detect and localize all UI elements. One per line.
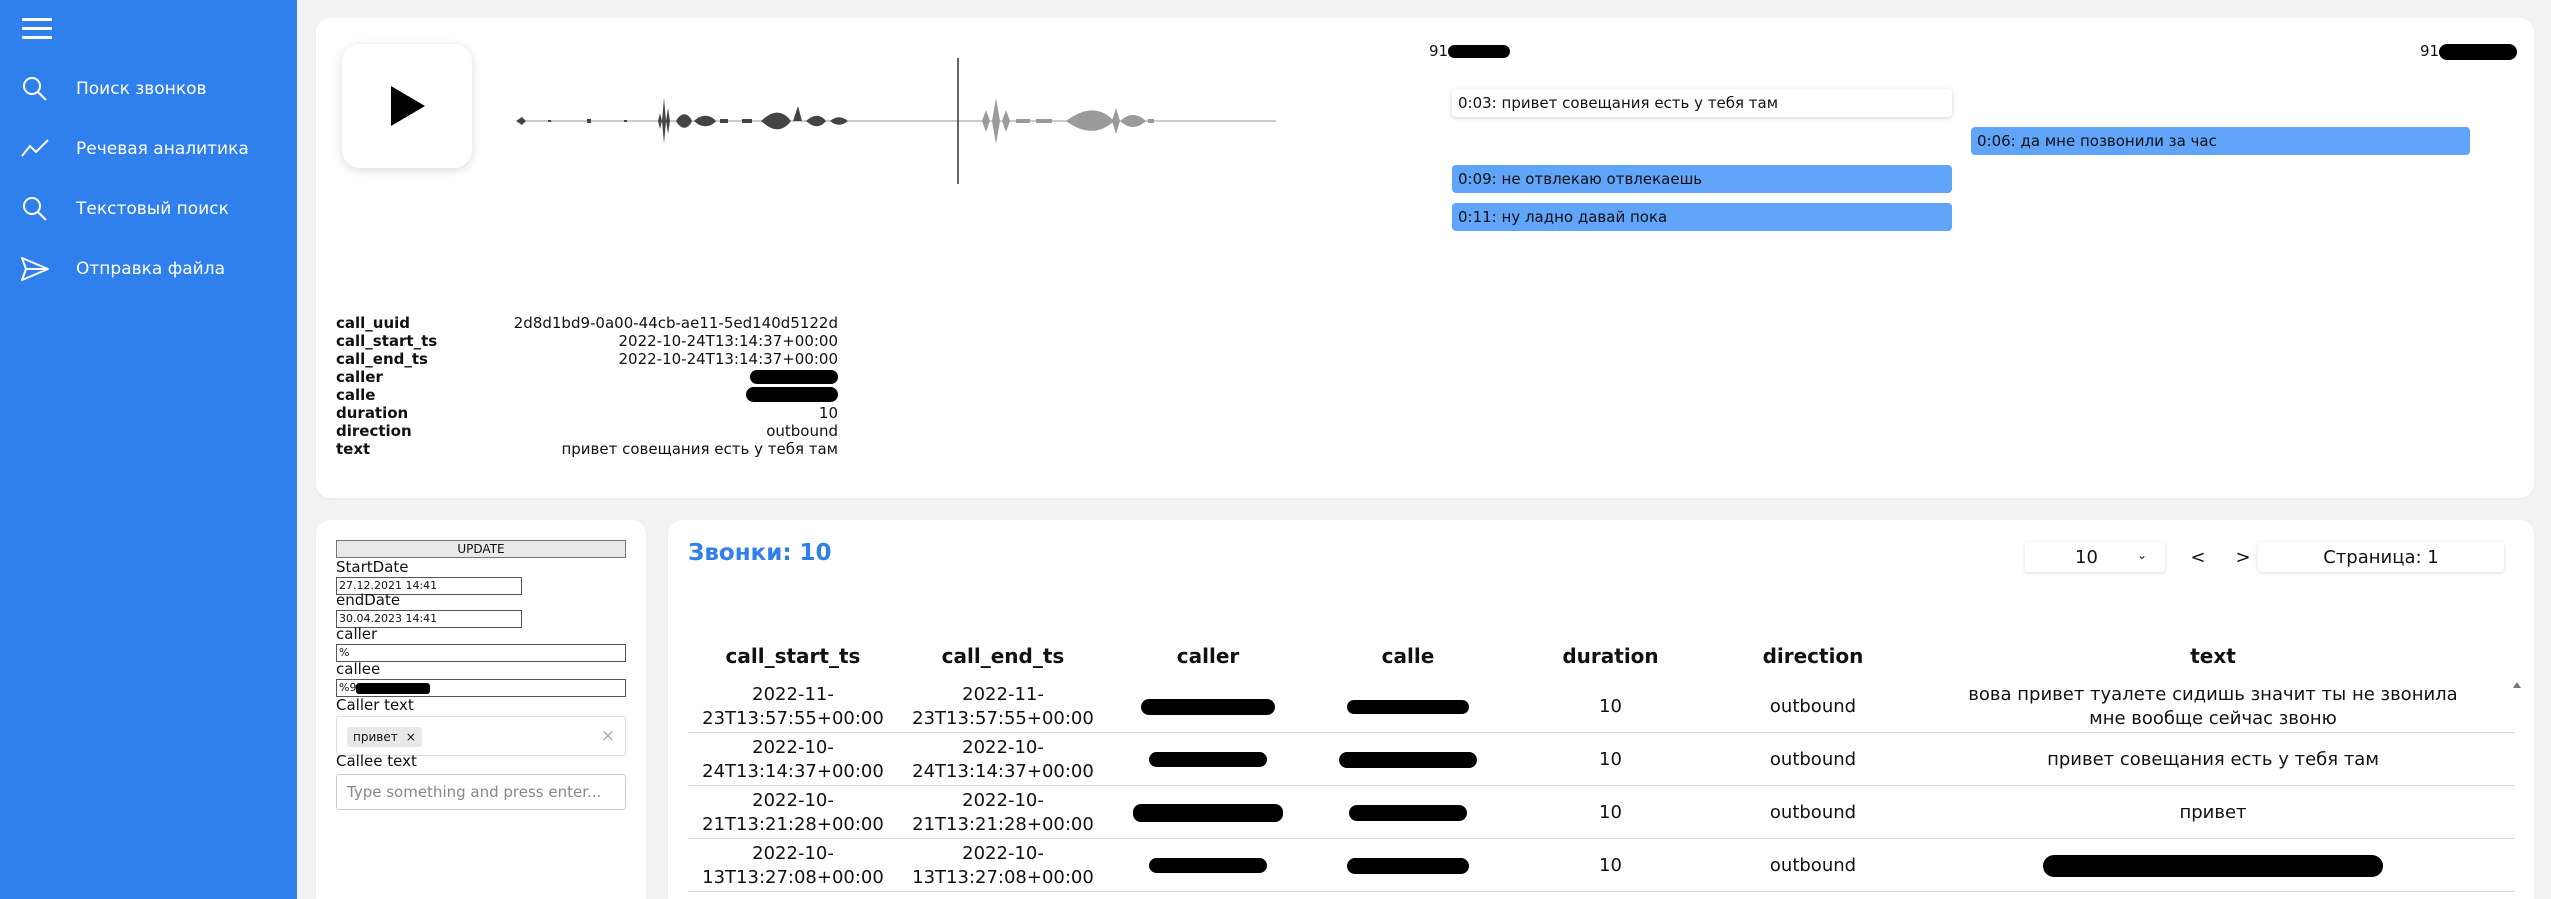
cell-calle: [1308, 786, 1508, 839]
cell-end: 2022-10-13T13:27:08+00:00: [912, 842, 1094, 888]
calls-count-title: Звонки: 10: [688, 540, 832, 566]
meta-row-calle: calle: [336, 386, 838, 404]
calls-table-card: Звонки: 10 10 ⌄ < > Страница: 1 call_star…: [668, 520, 2534, 899]
column-header[interactable]: text: [1913, 644, 2513, 668]
meta-row-end: call_end_ts 2022-10-24T13:14:37+00:00: [336, 350, 838, 368]
cell-start: 2022-10-13T13:27:08+00:00: [702, 842, 884, 888]
search-icon: [23, 77, 47, 101]
sidebar: Поиск звонков Речевая аналитика Текстовы…: [0, 0, 297, 899]
table-row[interactable]: 2022-10-24T13:14:37+00:00 2022-10-24T13:…: [688, 733, 2514, 786]
cell-duration: 10: [1599, 748, 1622, 770]
sidebar-item-speech-analytics[interactable]: Речевая аналитика: [20, 129, 249, 169]
prev-page-button[interactable]: <: [2180, 542, 2216, 572]
cell-caller: [1108, 786, 1308, 839]
cell-start: 2022-10-21T13:21:28+00:00: [702, 789, 884, 835]
meta-row-caller: caller: [336, 368, 838, 386]
message-bubble: 0:09: не отвлекаю отвлекаешь: [1452, 165, 1952, 193]
meta-row-text: text привет совещания есть у тебя там: [336, 440, 838, 458]
sidebar-item-text-search[interactable]: Текстовый поиск: [20, 189, 229, 229]
end-date-label: endDate: [336, 591, 401, 609]
sidebar-item-label: Поиск звонков: [76, 79, 207, 99]
message-bubble: 0:03: привет совещания есть у тебя там: [1452, 89, 1952, 117]
cell-start: 2022-10-24T13:14:37+00:00: [702, 736, 884, 782]
callee-text-input[interactable]: Type something and press enter...: [336, 774, 626, 810]
cell-direction: outbound: [1769, 854, 1857, 876]
meta-row-duration: duration 10: [336, 404, 838, 422]
sidebar-item-label: Речевая аналитика: [76, 139, 249, 159]
menu-icon[interactable]: [22, 18, 52, 40]
cell-caller: [1108, 680, 1308, 733]
sidebar-item-call-search[interactable]: Поиск звонков: [20, 69, 207, 109]
tag-chip[interactable]: привет ×: [347, 727, 422, 747]
column-header[interactable]: duration: [1508, 644, 1713, 668]
cell-duration: 10: [1599, 854, 1622, 876]
play-icon: [391, 86, 425, 126]
callee-label: callee: [336, 660, 381, 678]
start-date-label: StartDate: [336, 558, 409, 576]
cell-text: вова привет туалете сидишь значит ты не …: [1968, 683, 2458, 729]
send-icon: [21, 257, 49, 281]
cell-caller: [1108, 839, 1308, 892]
cell-caller: [1108, 733, 1308, 786]
cell-duration: 10: [1599, 801, 1622, 823]
next-page-button[interactable]: >: [2225, 542, 2261, 572]
callee-input[interactable]: %9: [336, 679, 626, 697]
column-header[interactable]: call_end_ts: [898, 644, 1108, 668]
cell-direction: outbound: [1769, 695, 1857, 717]
table-scrollbar[interactable]: [2512, 680, 2522, 899]
redacted-value: [746, 387, 838, 402]
caller-text-label: Caller text: [336, 696, 414, 714]
call-metadata: call_uuid 2d8d1bd9-0a00-44cb-ae11-5ed140d…: [336, 314, 838, 458]
sidebar-item-label: Текстовый поиск: [76, 199, 229, 219]
table-row[interactable]: 2022-10-21T13:21:28+00:00 2022-10-21T13:…: [688, 786, 2514, 839]
cell-calle: [1308, 680, 1508, 733]
page-size-select[interactable]: 10 ⌄: [2025, 542, 2165, 572]
update-button[interactable]: UPDATE: [336, 540, 626, 558]
sidebar-item-label: Отправка файла: [76, 259, 225, 279]
column-header[interactable]: call_start_ts: [688, 644, 898, 668]
table-row[interactable]: 2022-11-23T13:57:55+00:00 2022-11-23T13:…: [688, 680, 2514, 733]
cell-start: 2022-11-23T13:57:55+00:00: [702, 683, 884, 729]
call-details-card: 91 91 0:03: привет совещания есть у тебя…: [316, 18, 2534, 498]
cell-duration: 10: [1599, 695, 1622, 717]
column-header[interactable]: direction: [1713, 644, 1913, 668]
cell-direction: outbound: [1769, 748, 1857, 770]
cell-text: [1913, 839, 2513, 892]
cell-text: привет совещания есть у тебя там: [2047, 748, 2379, 770]
search-icon: [23, 197, 47, 221]
sidebar-item-send-file[interactable]: Отправка файла: [20, 249, 225, 289]
column-header[interactable]: calle: [1308, 644, 1508, 668]
cell-calle: [1308, 839, 1508, 892]
cell-direction: outbound: [1769, 801, 1857, 823]
message-bubble: 0:06: да мне позвонили за час: [1971, 127, 2470, 155]
cell-end: 2022-10-24T13:14:37+00:00: [912, 736, 1094, 782]
caller-text-tags[interactable]: привет × ×: [336, 716, 626, 756]
remove-tag-icon[interactable]: ×: [406, 730, 416, 744]
clear-tags-icon[interactable]: ×: [601, 726, 615, 746]
cell-end: 2022-10-21T13:21:28+00:00: [912, 789, 1094, 835]
page-indicator: Страница: 1: [2258, 542, 2504, 572]
play-button[interactable]: [342, 44, 472, 168]
callee-text-label: Callee text: [336, 752, 417, 770]
caller-label: caller: [336, 625, 378, 643]
redacted-value: [750, 370, 838, 384]
cell-calle: [1308, 733, 1508, 786]
callee-number: 91: [2420, 42, 2518, 60]
message-bubble: 0:11: ну ладно давай пока: [1452, 203, 1952, 231]
trend-icon: [21, 139, 49, 157]
meta-row-direction: direction outbound: [336, 422, 838, 440]
table-row[interactable]: 2022-10-13T13:27:08+00:00 2022-10-13T13:…: [688, 839, 2514, 892]
meta-row-start: call_start_ts 2022-10-24T13:14:37+00:00: [336, 332, 838, 350]
cell-end: 2022-11-23T13:57:55+00:00: [912, 683, 1094, 729]
audio-waveform[interactable]: [506, 38, 1286, 188]
column-header[interactable]: caller: [1108, 644, 1308, 668]
cell-text: привет: [2179, 801, 2247, 823]
caller-number: 91: [1429, 42, 1511, 60]
filter-panel: UPDATE StartDate 27.12.2021 14:41 endDat…: [316, 520, 646, 899]
chevron-down-icon: ⌄: [2136, 548, 2147, 562]
meta-row-uuid: call_uuid 2d8d1bd9-0a00-44cb-ae11-5ed140d…: [336, 314, 838, 332]
